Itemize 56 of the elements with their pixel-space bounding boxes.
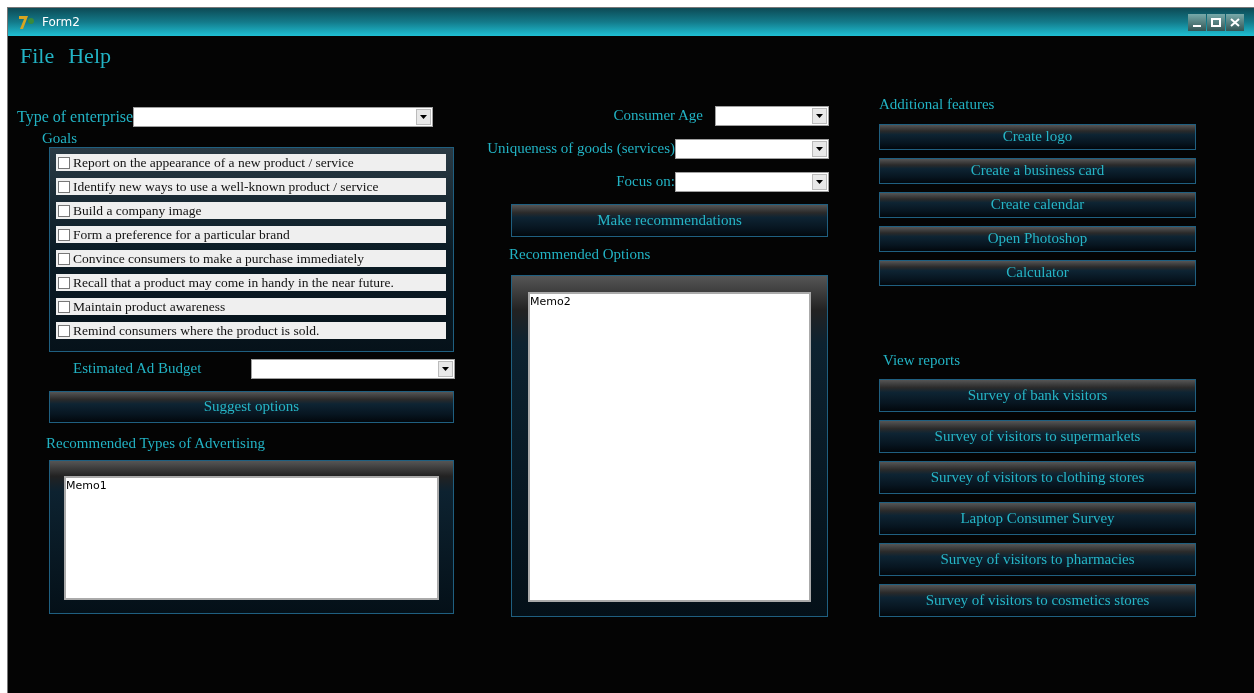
menu-item[interactable]: Help <box>68 39 111 72</box>
button[interactable]: Laptop Consumer Survey <box>879 502 1196 535</box>
checkbox[interactable] <box>58 204 70 217</box>
button[interactable]: Suggest options <box>49 390 454 423</box>
memo-field[interactable]: Memo2 <box>528 291 811 602</box>
additional-features-title: Additional features <box>879 95 996 114</box>
goal-checkbox[interactable]: Form a preference for a particular brand <box>56 226 446 243</box>
goal-checkbox[interactable]: Remind consumers where the product is sold. <box>56 322 446 339</box>
minimize-button[interactable] <box>1188 13 1206 31</box>
close-icon <box>1230 17 1240 27</box>
button[interactable]: Create a business card <box>879 157 1196 184</box>
goal-checkbox[interactable]: Report on the appearance of a new product / service <box>56 154 446 171</box>
close-button[interactable] <box>1226 13 1244 31</box>
maximize-button[interactable] <box>1207 13 1225 31</box>
checkbox[interactable] <box>58 228 70 241</box>
memo-field[interactable]: Memo1 <box>64 476 439 600</box>
dropdown-field[interactable] <box>675 171 829 192</box>
dropdown-field[interactable] <box>133 107 434 127</box>
maximize-icon <box>1211 17 1221 27</box>
goal-checkbox[interactable]: Build a company image <box>56 202 446 219</box>
dropdown-field[interactable] <box>675 138 829 159</box>
window-title: Form2 <box>42 14 80 31</box>
button[interactable]: Calculator <box>879 259 1196 286</box>
app-icon <box>18 14 36 30</box>
button[interactable]: Create logo <box>879 123 1196 150</box>
checkbox[interactable] <box>58 180 70 193</box>
menu-item[interactable]: File <box>20 39 55 72</box>
goal-checkbox[interactable]: Recall that a product may come in handy in the near future. <box>56 274 446 291</box>
view-reports-title: View reports <box>883 350 961 370</box>
dropdown-field[interactable] <box>251 359 455 379</box>
budget-label: Estimated Ad Budget <box>73 359 203 378</box>
goals-label: Goals <box>42 129 78 147</box>
button[interactable]: Survey of visitors to supermarkets <box>879 420 1196 453</box>
button[interactable]: Open Photoshop <box>879 225 1196 252</box>
button[interactable]: Create calendar <box>879 191 1196 218</box>
enterprise-label: Type of enterprise <box>17 107 134 128</box>
dropdown-field[interactable] <box>715 105 829 126</box>
checkbox[interactable] <box>58 252 70 265</box>
button[interactable]: Survey of visitors to cosmetics stores <box>879 584 1196 617</box>
criteria-label: Uniqueness of goods (services) <box>487 139 675 159</box>
button[interactable]: Survey of visitors to pharmacies <box>879 543 1196 576</box>
checkbox[interactable] <box>58 300 70 313</box>
goal-checkbox[interactable]: Convince consumers to make a purchase immediately <box>56 250 446 267</box>
button[interactable]: Survey of visitors to clothing stores <box>879 461 1196 494</box>
checkbox[interactable] <box>58 156 70 169</box>
button[interactable]: Make recommendations <box>511 204 828 237</box>
button[interactable]: Survey of bank visitors <box>879 379 1196 412</box>
recommended-options-label: Recommended Options <box>509 245 652 264</box>
advertising-types-label: Recommended Types of Advertising <box>46 433 267 453</box>
checkbox[interactable] <box>58 324 70 337</box>
goal-checkbox[interactable]: Maintain product awareness <box>56 298 446 315</box>
criteria-label: Focus on: <box>616 172 675 192</box>
minimize-icon <box>1193 24 1201 27</box>
checkbox[interactable] <box>58 276 70 289</box>
goal-checkbox[interactable]: Identify new ways to use a well-known product / service <box>56 178 446 195</box>
criteria-label: Consumer Age <box>613 106 703 126</box>
